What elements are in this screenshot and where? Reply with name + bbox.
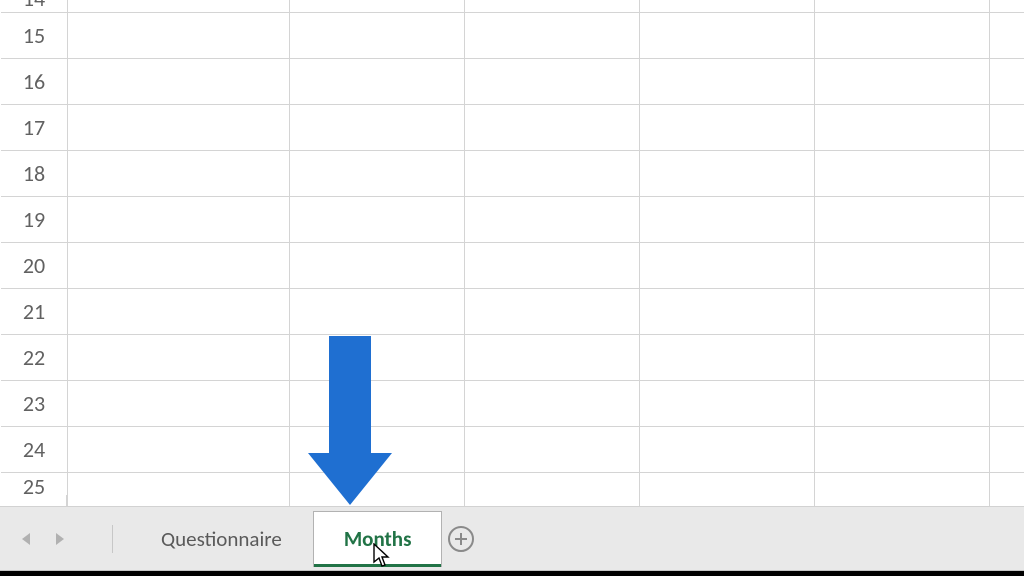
add-sheet-button[interactable] (436, 507, 486, 571)
gridline (464, 0, 465, 506)
gridline (67, 380, 1024, 381)
sheet-tab-questionnaire[interactable]: Questionnaire (130, 511, 313, 567)
gridline (67, 12, 1024, 13)
row-header[interactable]: 20 (1, 243, 67, 289)
row-header-column: 14 15 16 17 18 19 20 21 22 23 24 25 (1, 0, 67, 506)
row-header[interactable]: 23 (1, 381, 67, 427)
gridline (814, 0, 815, 506)
gridline (67, 196, 1024, 197)
gridline (67, 242, 1024, 243)
sheet-nav-arrows (22, 507, 64, 571)
letterbox-bar (0, 571, 1024, 576)
gridline (67, 472, 1024, 473)
excel-window: 14 15 16 17 18 19 20 21 22 23 24 25 (0, 0, 1024, 576)
row-header[interactable]: 22 (1, 335, 67, 381)
row-header[interactable]: 18 (1, 151, 67, 197)
row-header[interactable]: 14 (1, 0, 67, 13)
plus-circle-icon (448, 526, 474, 552)
gridline (67, 150, 1024, 151)
row-header[interactable]: 19 (1, 197, 67, 243)
row-header[interactable]: 15 (1, 13, 67, 59)
gridline (67, 58, 1024, 59)
row-header[interactable]: 17 (1, 105, 67, 151)
gridline (67, 426, 1024, 427)
row-header[interactable]: 16 (1, 59, 67, 105)
gridline (67, 0, 68, 506)
row-header[interactable]: 24 (1, 427, 67, 473)
sheet-nav-next-icon[interactable] (56, 533, 64, 545)
sheet-tab-label: Questionnaire (161, 526, 282, 552)
gridline (989, 0, 990, 506)
sheet-tab-label: Months (344, 526, 412, 552)
row-header[interactable]: 25 (1, 473, 67, 495)
sheet-tab-bar: Questionnaire Months (0, 506, 1024, 571)
separator (112, 525, 113, 553)
cells-area[interactable] (67, 0, 1024, 506)
gridline (289, 0, 290, 506)
sheet-tabs: Questionnaire Months (130, 507, 442, 571)
gridline (67, 104, 1024, 105)
row-header[interactable]: 21 (1, 289, 67, 335)
sheet-nav-prev-icon[interactable] (22, 533, 30, 545)
gridline (639, 0, 640, 506)
sheet-tab-months[interactable]: Months (313, 511, 443, 567)
gridline (67, 334, 1024, 335)
worksheet-grid[interactable]: 14 15 16 17 18 19 20 21 22 23 24 25 (0, 0, 1024, 506)
gridline (67, 288, 1024, 289)
